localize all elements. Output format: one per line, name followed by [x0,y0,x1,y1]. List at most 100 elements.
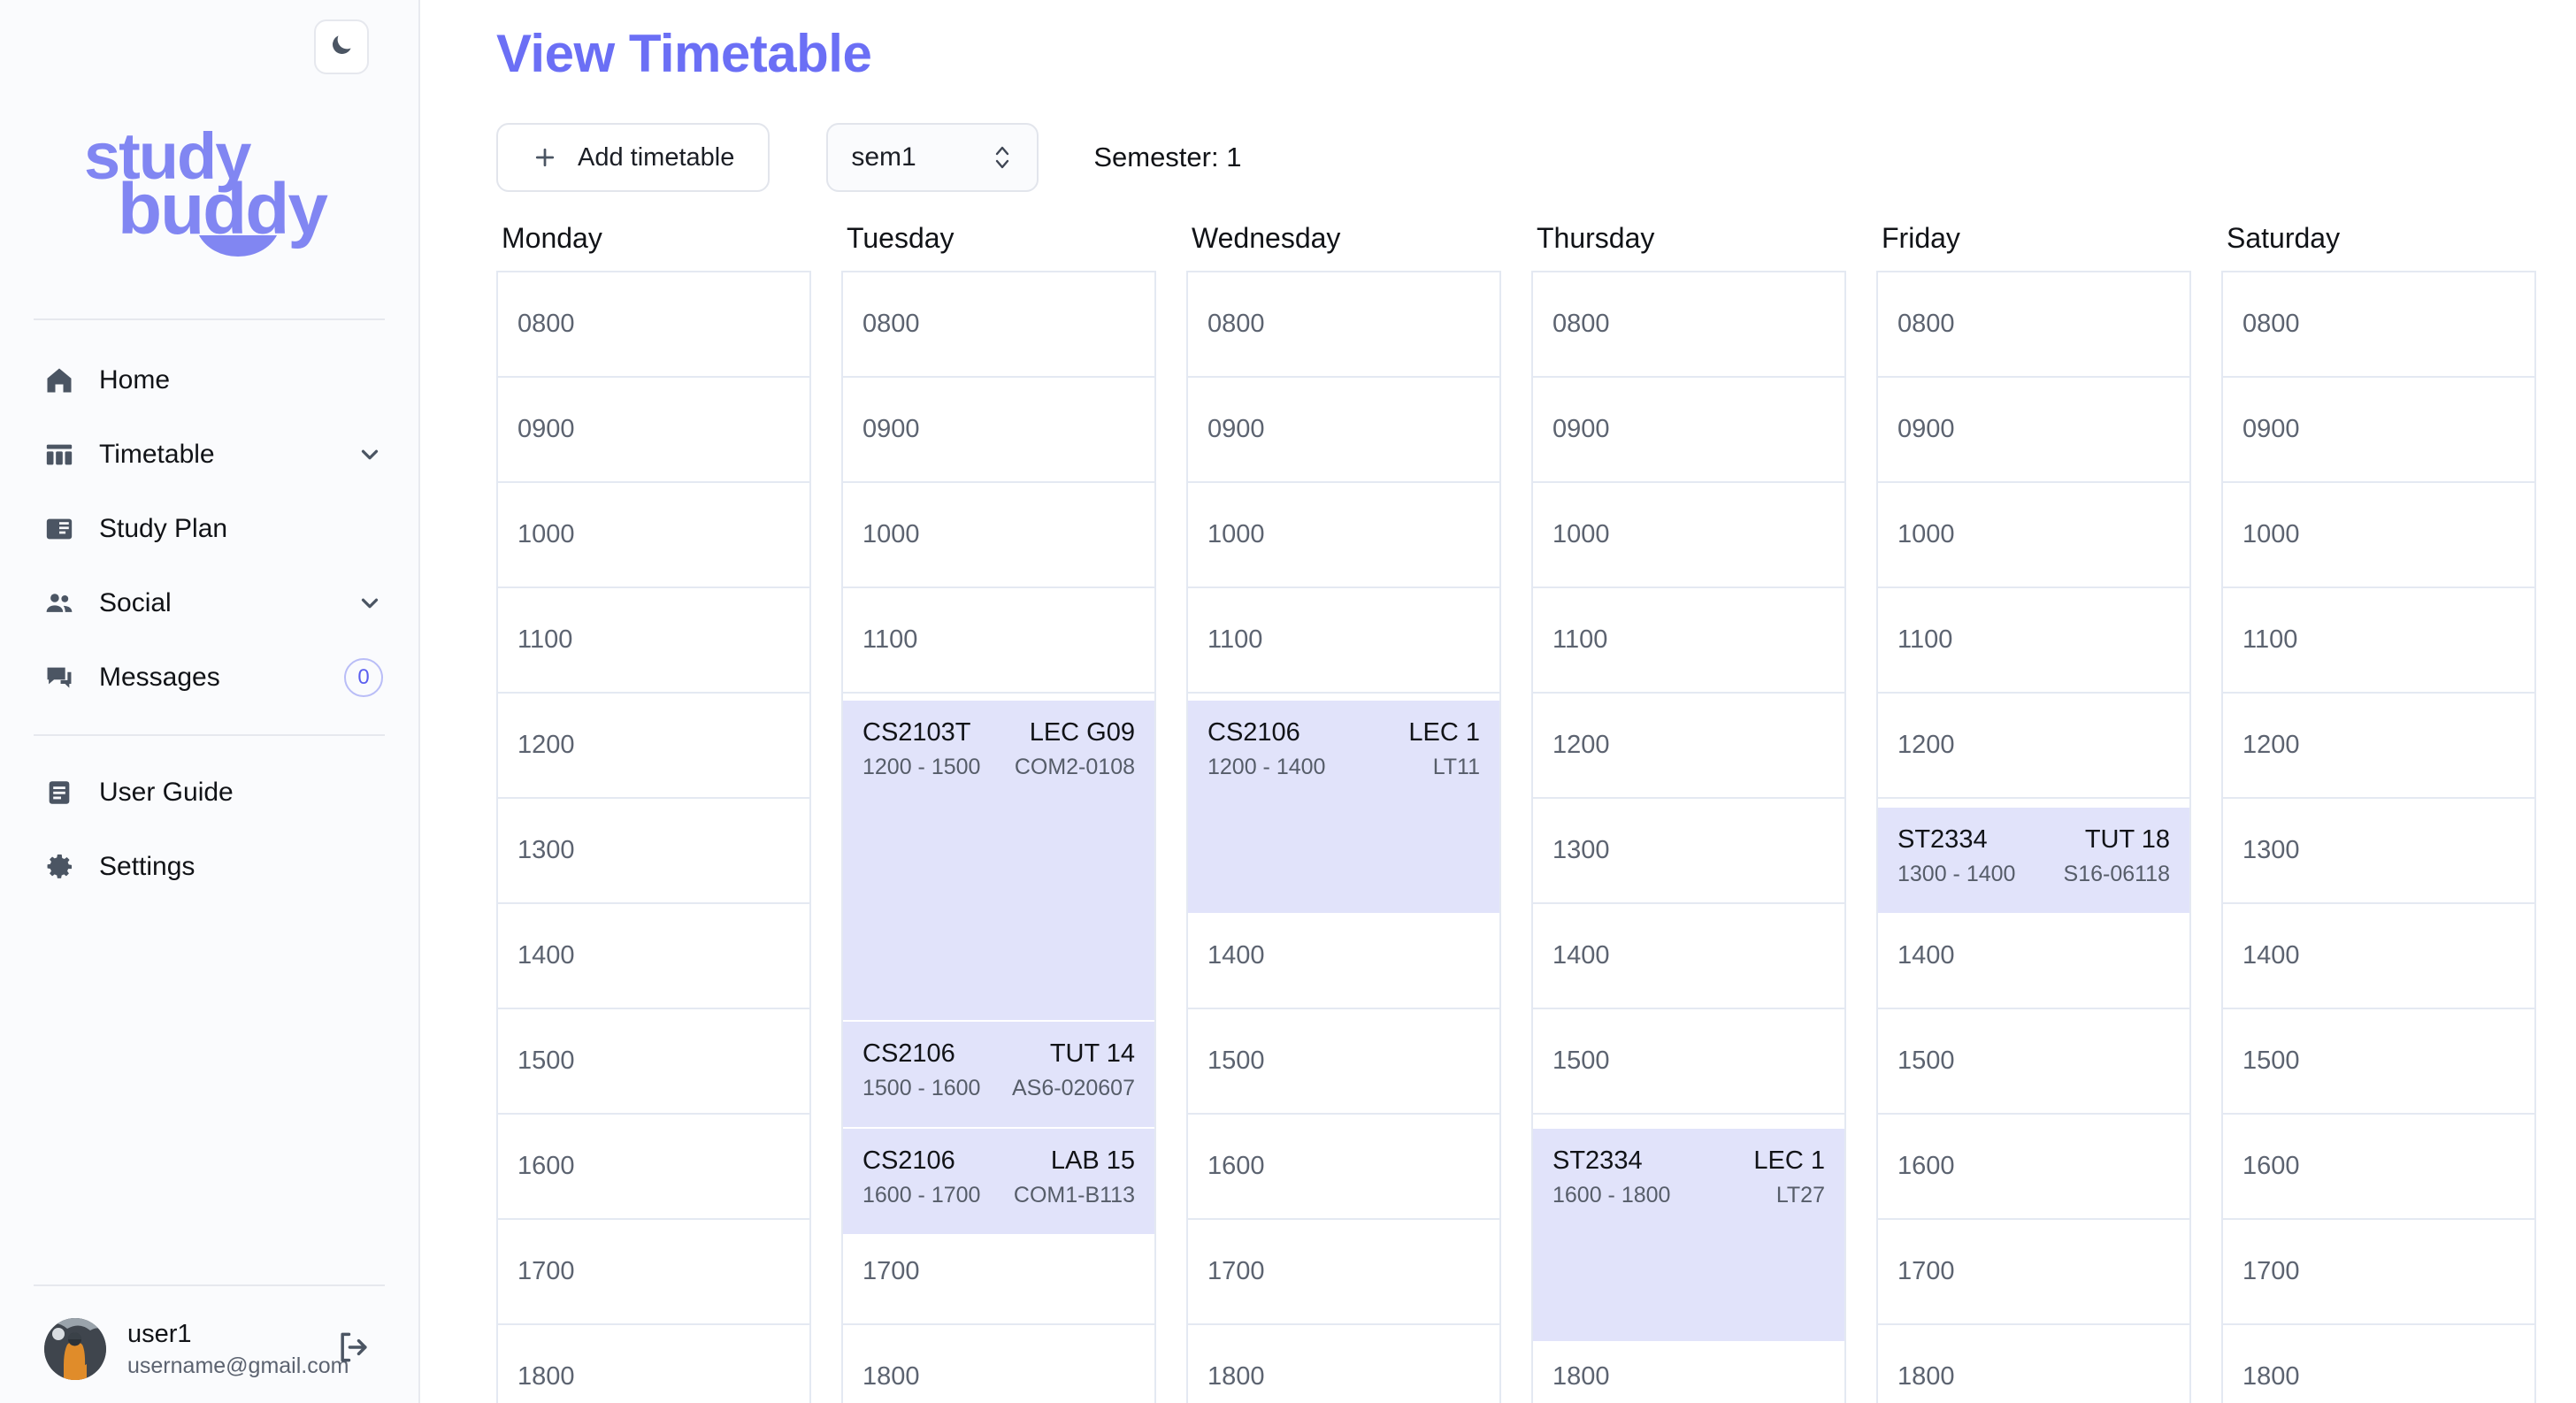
time-slot-cell[interactable]: 1400 [1188,904,1499,1009]
time-slot-cell[interactable]: 1000 [1878,483,2189,588]
time-slot-label: 0900 [862,415,920,443]
sidebar-item-social[interactable]: Social [0,566,418,640]
time-slot-cell[interactable]: 1700 [1878,1220,2189,1325]
time-slot-cell[interactable]: 0800 [1188,272,1499,378]
dark-mode-toggle-button[interactable] [314,19,369,74]
time-slot-cell[interactable]: 1800 [1878,1325,2189,1403]
chevron-down-icon[interactable] [356,590,383,617]
chat-icon [42,661,76,694]
timetable-grid: Monday 0800 0900 1000 1100 1200 1300 1400 1500 16… [420,192,2576,1403]
time-slot-cell[interactable]: 1700 [1188,1220,1499,1325]
sidebar-item-study-plan[interactable]: Study Plan [0,492,418,566]
time-slot-label: 0900 [1552,415,1610,443]
timetable-event[interactable]: CS2106 TUT 14 1500 - 1600 AS6-020607 [843,1022,1154,1127]
time-slot-cell[interactable]: 1400 [2223,904,2534,1009]
event-header: ST2334 TUT 18 [1898,825,2170,855]
time-slot-cell[interactable]: 1100 [498,588,809,694]
time-slot-cell[interactable]: 1100 [1878,588,2189,694]
user-profile-card: user1 username@gmail.com [0,1284,418,1403]
time-slot-cell[interactable]: 1200 [498,694,809,799]
time-slot-cell[interactable]: 0900 [1188,378,1499,483]
time-slot-cell[interactable]: 0900 [498,378,809,483]
time-slot-cell[interactable]: 1700 [498,1220,809,1325]
time-slot-cell[interactable]: 1500 [1188,1009,1499,1115]
time-slot-label: 0900 [1898,415,1955,443]
timetable-icon [42,438,76,472]
toolbar: Add timetable sem1 Semester: 1 [420,84,2576,192]
time-slot-cell[interactable]: 0800 [1878,272,2189,378]
time-slot-cell[interactable]: 1100 [1533,588,1844,694]
time-slot-cell[interactable]: 0800 [843,272,1154,378]
time-slot-cell[interactable]: 1000 [1533,483,1844,588]
time-slot-cell[interactable]: 1000 [843,483,1154,588]
sidebar-item-timetable[interactable]: Timetable [0,418,418,492]
time-slot-cell[interactable]: 1700 [843,1220,1154,1325]
time-slot-cell[interactable]: 1600 [498,1115,809,1220]
event-header: ST2334 LEC 1 [1552,1146,1825,1176]
time-slot-cell[interactable]: 1800 [498,1325,809,1403]
timetable-event[interactable]: CS2106 LAB 15 1600 - 1700 COM1-B113 [843,1129,1154,1234]
time-slot-label: 1300 [2242,836,2300,864]
time-slot-cell[interactable]: 1300 [1533,799,1844,904]
time-slot-cell[interactable]: 1800 [1188,1325,1499,1403]
add-timetable-button[interactable]: Add timetable [496,123,770,192]
time-slot-label: 1200 [1898,731,1955,759]
time-slot-cell[interactable]: 1200 [1878,694,2189,799]
time-slot-cell[interactable]: 0800 [1533,272,1844,378]
time-slot-cell[interactable]: 0900 [2223,378,2534,483]
time-slot-cell[interactable]: 1000 [2223,483,2534,588]
sidebar-item-settings[interactable]: Settings [0,830,418,904]
day-column-wednesday: Wednesday0800090010001100120013001400150… [1186,222,1501,1403]
time-slot-cell[interactable]: 1100 [843,588,1154,694]
day-slots: 0800090010001100120013001400150016001700… [1531,271,1846,1403]
time-slot-cell[interactable]: 1500 [2223,1009,2534,1115]
day-column-tuesday: Tuesday080009001000110012001300140015001… [841,222,1156,1403]
time-slot-cell[interactable]: 1200 [2223,694,2534,799]
time-slot-cell[interactable]: 0900 [843,378,1154,483]
timetable-event[interactable]: ST2334 TUT 18 1300 - 1400 S16-06118 [1878,808,2189,913]
timetable-event[interactable]: ST2334 LEC 1 1600 - 1800 LT27 [1533,1129,1844,1341]
time-slot-cell[interactable]: 1200 [1533,694,1844,799]
time-slot-cell[interactable]: 1600 [1878,1115,2189,1220]
time-slot-cell[interactable]: 0900 [1878,378,2189,483]
timetable-event[interactable]: CS2103T LEC G09 1200 - 1500 COM2-0108 [843,701,1154,1020]
event-venue: AS6-020607 [1011,1076,1135,1100]
time-slot-label: 1000 [2242,520,2300,548]
avatar [44,1318,106,1380]
sidebar-item-label: Study Plan [99,514,228,543]
time-slot-cell[interactable]: 1600 [2223,1115,2534,1220]
timetable-event[interactable]: CS2106 LEC 1 1200 - 1400 LT11 [1188,701,1499,913]
time-slot-cell[interactable]: 1700 [2223,1220,2534,1325]
time-slot-cell[interactable]: 0800 [498,272,809,378]
user-name: user1 [127,1320,192,1349]
time-slot-cell[interactable]: 1800 [2223,1325,2534,1403]
time-slot-label: 0800 [862,310,920,338]
time-slot-cell[interactable]: 1100 [1188,588,1499,694]
sidebar-item-user-guide[interactable]: User Guide [0,755,418,830]
time-slot-label: 0900 [2242,415,2300,443]
user-row[interactable]: user1 username@gmail.com [34,1318,385,1380]
chevron-down-icon[interactable] [356,441,383,468]
studybuddy-logo-icon: study buddy [84,119,330,257]
time-slot-cell[interactable]: 1500 [1878,1009,2189,1115]
sidebar-item-messages[interactable]: Messages 0 [0,640,418,715]
sidebar-item-home[interactable]: Home [0,343,418,418]
time-slot-cell[interactable]: 1100 [2223,588,2534,694]
time-slot-label: 1300 [1552,836,1610,864]
time-slot-cell[interactable]: 1300 [2223,799,2534,904]
time-slot-cell[interactable]: 0800 [2223,272,2534,378]
semester-select[interactable]: sem1 [826,123,1039,192]
time-slot-cell[interactable]: 1000 [498,483,809,588]
day-column-saturday: Saturday 0800 0900 1000 1100 1200 1300 1400 1500… [2221,222,2536,1403]
time-slot-cell[interactable]: 1300 [498,799,809,904]
time-slot-cell[interactable]: 1000 [1188,483,1499,588]
time-slot-cell[interactable]: 1500 [1533,1009,1844,1115]
time-slot-cell[interactable]: 1800 [843,1325,1154,1403]
time-slot-cell[interactable]: 1400 [1878,904,2189,1009]
time-slot-cell[interactable]: 1500 [498,1009,809,1115]
time-slot-cell[interactable]: 1400 [498,904,809,1009]
time-slot-cell[interactable]: 1600 [1188,1115,1499,1220]
time-slot-cell[interactable]: 1400 [1533,904,1844,1009]
logout-button[interactable] [334,1329,374,1369]
time-slot-cell[interactable]: 0900 [1533,378,1844,483]
